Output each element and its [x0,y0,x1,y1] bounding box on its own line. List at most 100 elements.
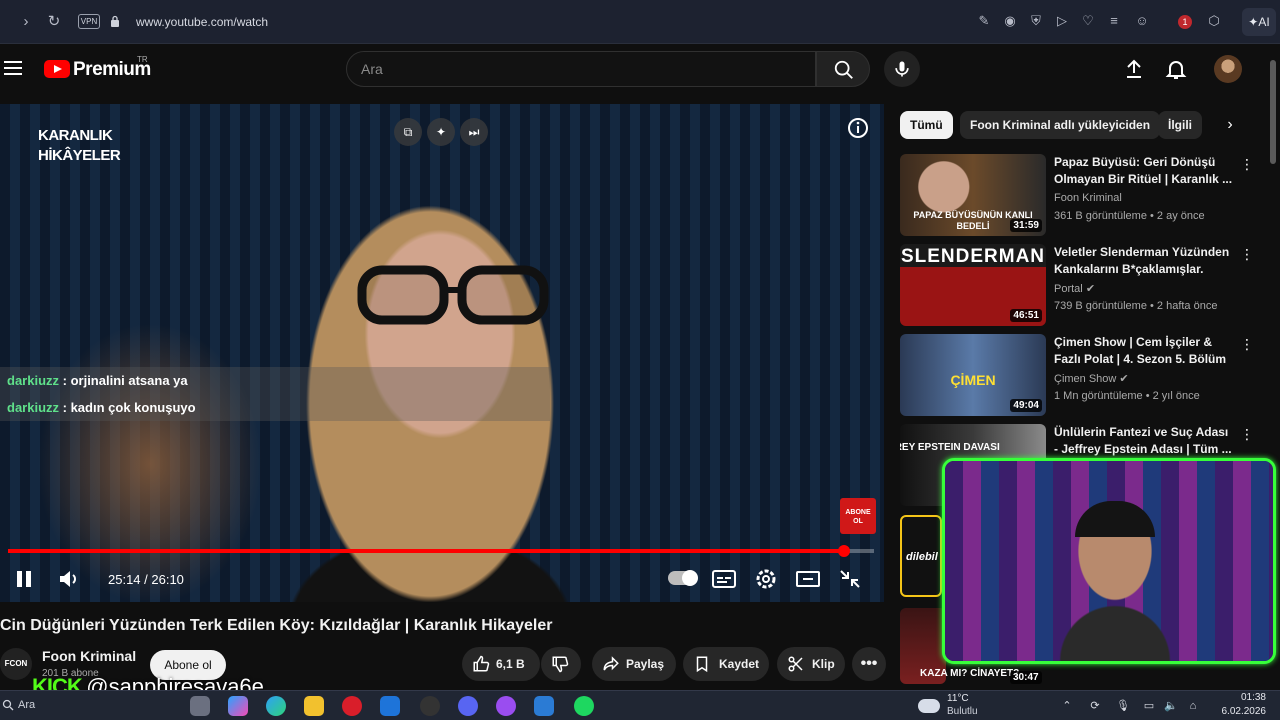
channel-avatar[interactable]: FCON [0,648,32,680]
address-bar[interactable]: www.youtube.com/watch [136,15,268,29]
recommendation-item[interactable]: SLENDERMAN 46:51 Veletler Slenderman Yüz… [900,244,1262,326]
recommendation-channel[interactable]: Foon Kriminal [1054,192,1122,204]
forward-icon[interactable]: › [16,12,36,32]
upload-icon[interactable] [1122,57,1146,81]
extension-badge[interactable]: 1 [1178,15,1192,29]
video-player[interactable]: KARANLIK HİKÂYELER ⧉ ✦ ⏭ darkiuzz : orji… [0,104,884,602]
share-button[interactable]: Paylaş [592,647,676,681]
bell-icon[interactable] [1164,57,1188,81]
twitch-icon[interactable] [496,696,516,716]
more-vertical-icon[interactable]: ⋮ [1240,246,1254,262]
chip-all[interactable]: Tümü [900,111,953,139]
file-explorer-icon[interactable] [304,696,324,716]
info-icon[interactable] [846,116,870,140]
video-subject-glasses [357,265,549,325]
ai-button[interactable]: ✦AI [1242,8,1276,36]
video-frame [0,104,884,602]
recommendation-title[interactable]: Çimen Show | Cem İşçiler & Fazlı Polat |… [1054,334,1234,368]
network-icon[interactable]: ⌂ [1186,699,1200,713]
thumbnail-caption: dilebil [906,551,938,563]
settings-gear-icon[interactable] [753,567,779,591]
recommendation-title[interactable]: Papaz Büyüsü: Geri Dönüşü Olmayan Bir Ri… [1054,154,1234,188]
reload-icon[interactable]: ↻ [44,12,64,32]
miniplayer-icon[interactable]: ⧉ [394,118,422,146]
like-button[interactable]: 6,1 B [462,647,540,681]
spotify-icon[interactable] [574,696,594,716]
recommendation-item[interactable]: ÇİMEN 49:04 Çimen Show | Cem İşçiler & F… [900,334,1262,416]
chevron-up-icon[interactable]: ⌃ [1060,699,1074,713]
speaker-icon[interactable]: 🔈 [1164,699,1178,713]
youtube-logo-icon[interactable] [44,60,70,78]
chip-related[interactable]: İlgili [1158,111,1202,139]
pause-icon[interactable] [14,570,34,588]
theater-mode-icon[interactable] [795,567,821,591]
video-thumbnail[interactable]: ÇİMEN 49:04 [900,334,1046,416]
video-title: Cin Düğünleri Yüzünden Terk Edilen Köy: … [0,617,553,634]
vpn-badge[interactable]: VPN [78,14,100,29]
cloud-icon[interactable] [918,699,940,713]
subscribe-watermark[interactable]: ABONE OL [840,498,876,534]
edit-icon[interactable]: ✎ [976,13,992,29]
edge-icon[interactable] [266,696,286,716]
save-label: Kaydet [719,657,760,671]
clip-button[interactable]: Klip [777,647,845,681]
heart-icon[interactable]: ♡ [1080,13,1096,29]
menu-icon[interactable] [4,61,22,75]
search-box[interactable] [346,51,816,87]
more-vertical-icon[interactable]: ⋮ [1240,336,1254,352]
video-thumbnail[interactable]: PAPAZ BÜYÜSÜNÜN KANLI BEDELİ 31:59 [900,154,1046,236]
account-icon[interactable]: ☺ [1134,13,1150,29]
video-thumbnail[interactable]: SLENDERMAN 46:51 [900,244,1046,326]
more-vertical-icon[interactable]: ⋮ [1240,426,1254,442]
fullscreen-exit-icon[interactable] [837,567,863,591]
taskbar-search[interactable]: Ara [18,699,35,711]
voice-search-button[interactable] [884,51,920,87]
list-icon[interactable]: ≡ [1106,13,1122,29]
search-button[interactable] [816,51,870,87]
skip-icon[interactable]: ⏭ [460,118,488,146]
more-actions-button[interactable]: ••• [852,647,886,681]
subtitles-icon[interactable] [711,567,737,591]
cube-icon[interactable]: ⬡ [1206,13,1222,29]
microphone-icon[interactable]: 🎙 [1116,699,1130,713]
channel-name[interactable]: Foon Kriminal [42,648,136,664]
save-button[interactable]: Kaydet [683,647,769,681]
streamer-webcam-overlay [942,458,1276,664]
search-icon [834,60,853,79]
video-thumbnail[interactable]: dilebil [900,515,942,597]
search-icon[interactable] [2,699,14,711]
shield-icon[interactable]: ⛨ [1028,13,1044,29]
sync-icon[interactable]: ⟳ [1088,699,1102,713]
dislike-button[interactable] [541,647,581,681]
taskview-icon[interactable] [190,696,210,716]
recommendation-title[interactable]: Veletler Slenderman Yüzünden Kankalarını… [1054,244,1234,278]
avatar[interactable] [1214,55,1242,83]
copilot-icon[interactable] [228,696,248,716]
outlook-icon[interactable] [380,696,400,716]
video-duration: 31:59 [1010,219,1042,232]
play-icon[interactable]: ▷ [1054,13,1070,29]
recommendation-title[interactable]: Ünlülerin Fantezi ve Suç Adası - Jeffrey… [1054,424,1234,458]
recommendation-channel[interactable]: Çimen Show ✔ [1054,372,1129,385]
recommendation-channel[interactable]: Portal ✔ [1054,282,1095,295]
discord-icon[interactable] [458,696,478,716]
chip-from-uploader[interactable]: Foon Kriminal adlı yükleyiciden [960,111,1161,139]
taskbar-date[interactable]: 6.02.2026 [1210,706,1267,717]
opera-icon[interactable] [342,696,362,716]
autoplay-toggle[interactable] [668,570,698,586]
sidebar-scrollbar[interactable] [1270,60,1276,164]
camera-icon[interactable]: ◉ [1002,13,1018,29]
more-vertical-icon[interactable]: ⋮ [1240,156,1254,172]
sparkle-icon[interactable]: ✦ [427,118,455,146]
taskbar-clock[interactable]: 01:38 [1222,692,1266,703]
display-icon[interactable]: ▭ [1142,699,1156,713]
progress-scrubber[interactable] [837,545,850,557]
chevron-right-icon[interactable]: › [1218,113,1242,137]
obs-icon[interactable] [420,696,440,716]
time-display: 25:14 / 26:10 [108,572,184,587]
app-icon[interactable] [534,696,554,716]
search-input[interactable] [361,61,801,77]
progress-bar[interactable] [8,545,874,557]
recommendation-item[interactable]: PAPAZ BÜYÜSÜNÜN KANLI BEDELİ 31:59 Papaz… [900,154,1262,236]
volume-icon[interactable] [58,569,80,589]
